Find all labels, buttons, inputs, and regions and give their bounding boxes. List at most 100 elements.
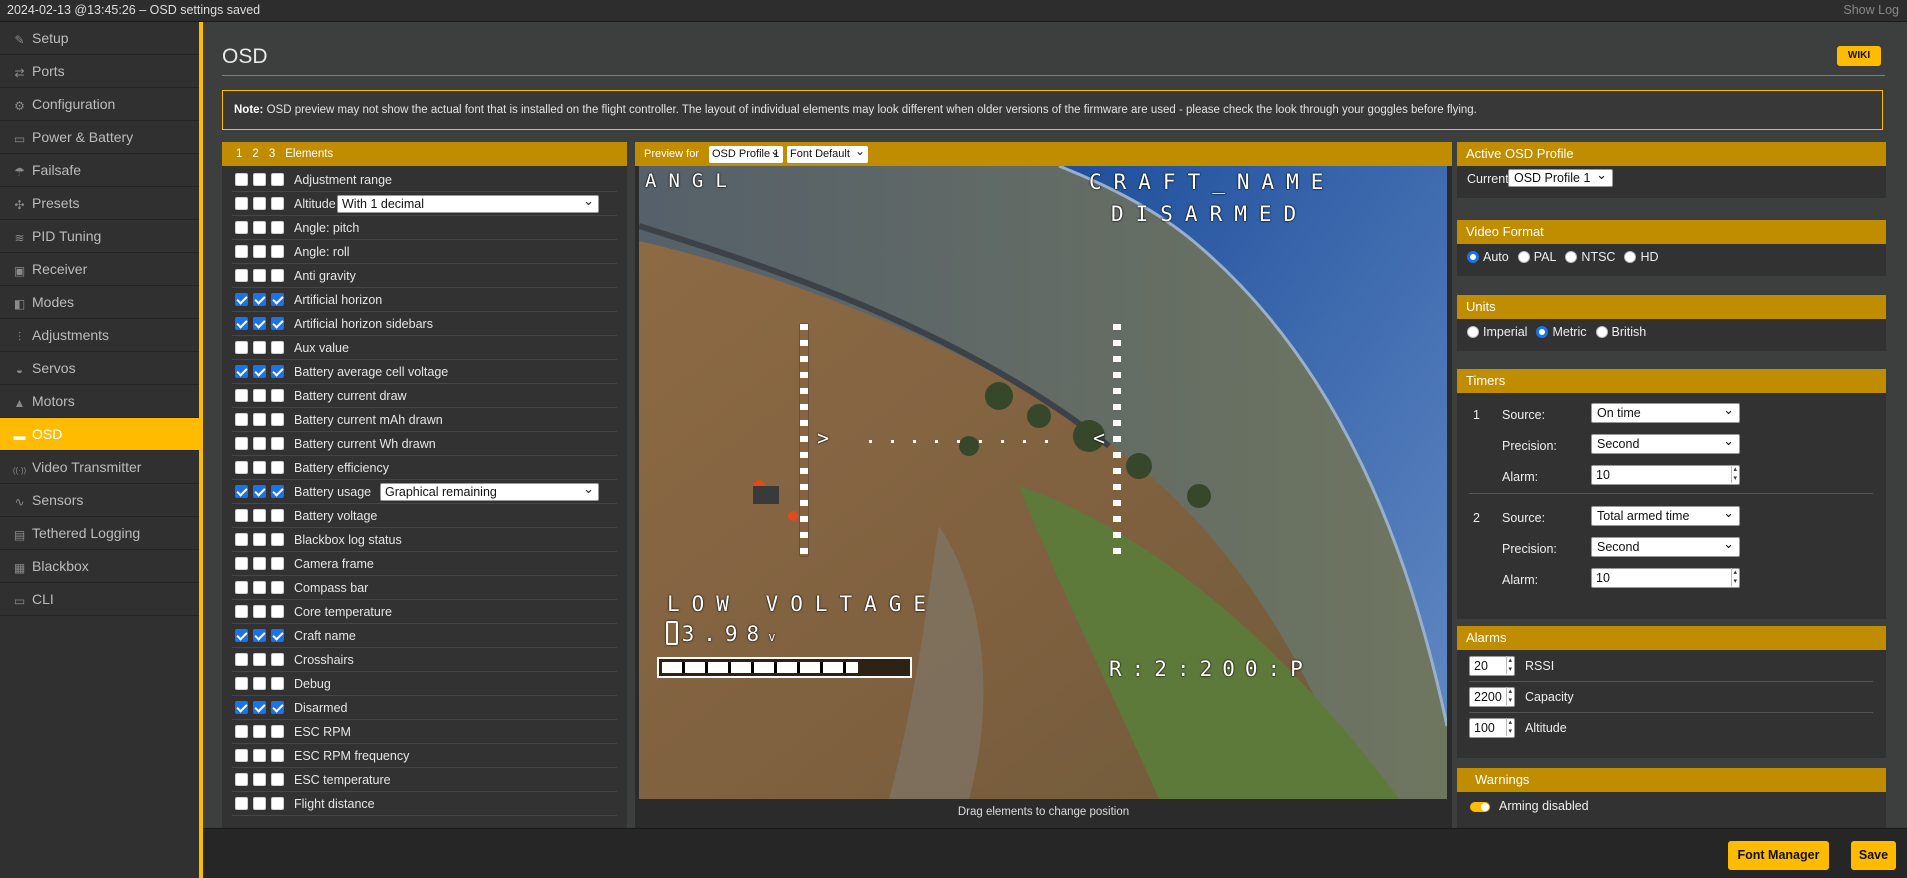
profile-2-checkbox[interactable] <box>253 701 266 714</box>
element-variant-select[interactable]: With 1 decimal <box>337 193 599 213</box>
osd-low-voltage-warning[interactable]: LOW VOLTAGE <box>667 592 938 616</box>
osd-horizon-left-arrow[interactable]: > <box>817 426 829 450</box>
video-format-option-ntsc[interactable]: NTSC <box>1565 250 1615 264</box>
profile-2-checkbox[interactable] <box>253 629 266 642</box>
profile-3-checkbox[interactable] <box>271 485 284 498</box>
profile-3-checkbox[interactable] <box>271 797 284 810</box>
sidebar-item-configuration[interactable]: ⚙ Configuration <box>0 88 199 121</box>
profile-2-checkbox[interactable] <box>253 293 266 306</box>
osd-battery-usage-bar[interactable] <box>657 657 912 678</box>
show-log-link[interactable]: Show Log <box>1843 3 1899 17</box>
osd-artificial-horizon[interactable] <box>869 440 1059 443</box>
profile-3-checkbox[interactable] <box>271 629 284 642</box>
profile-2-checkbox[interactable] <box>253 173 266 186</box>
active-profile-select[interactable]: OSD Profile 1 <box>1508 167 1613 187</box>
profile-1-checkbox[interactable] <box>235 605 248 618</box>
units-option-imperial[interactable]: Imperial <box>1467 325 1527 339</box>
profile-2-checkbox[interactable] <box>253 677 266 690</box>
profile-2-checkbox[interactable] <box>253 197 266 210</box>
radio-button[interactable] <box>1624 251 1637 263</box>
element-variant-select[interactable]: Graphical remaining <box>380 481 599 501</box>
osd-rssi-element[interactable]: R:2:200:P <box>1109 657 1313 681</box>
profile-1-checkbox[interactable] <box>235 485 248 498</box>
timer-source-select[interactable]: On time <box>1591 401 1740 423</box>
profile-1-checkbox[interactable] <box>235 269 248 282</box>
timer-precision-select[interactable]: Second <box>1591 535 1740 557</box>
alarm-altitude-input[interactable]: 100 <box>1469 718 1515 738</box>
profile-3-checkbox[interactable] <box>271 461 284 474</box>
profile-2-checkbox[interactable] <box>253 389 266 402</box>
profile-2-checkbox[interactable] <box>253 605 266 618</box>
sidebar-item-power-battery[interactable]: ▭ Power & Battery <box>0 121 199 154</box>
timer-source-select[interactable]: Total armed time <box>1591 504 1740 526</box>
radio-button[interactable] <box>1517 251 1530 263</box>
profile-2-checkbox[interactable] <box>253 413 266 426</box>
profile-2-checkbox[interactable] <box>253 341 266 354</box>
profile-2-checkbox[interactable] <box>253 461 266 474</box>
radio-button[interactable] <box>1565 251 1578 263</box>
profile-2-checkbox[interactable] <box>253 653 266 666</box>
osd-disarmed-element[interactable]: DISARMED <box>1111 202 1308 226</box>
profile-2-checkbox[interactable] <box>253 725 266 738</box>
timer-precision-select[interactable]: Second <box>1591 432 1740 454</box>
osd-craft-name-element[interactable]: CRAFT_NAME <box>1089 170 1335 194</box>
profile-1-checkbox[interactable] <box>235 389 248 402</box>
profile-2-column[interactable]: 2 <box>252 148 258 160</box>
preview-profile-select[interactable]: OSD Profile 1 <box>709 143 783 163</box>
profile-1-checkbox[interactable] <box>235 437 248 450</box>
profile-3-checkbox[interactable] <box>271 725 284 738</box>
profile-3-checkbox[interactable] <box>271 437 284 450</box>
radio-button[interactable] <box>1467 326 1479 338</box>
warning-toggle[interactable] <box>1470 802 1490 812</box>
profile-2-checkbox[interactable] <box>253 221 266 234</box>
profile-1-column[interactable]: 1 <box>236 148 242 160</box>
profile-3-checkbox[interactable] <box>271 269 284 282</box>
osd-horizon-sidebar-left[interactable] <box>800 324 808 556</box>
profile-3-checkbox[interactable] <box>271 173 284 186</box>
profile-3-checkbox[interactable] <box>271 533 284 546</box>
profile-1-checkbox[interactable] <box>235 581 248 594</box>
profile-2-checkbox[interactable] <box>253 245 266 258</box>
profile-2-checkbox[interactable] <box>253 581 266 594</box>
save-button[interactable]: Save <box>1851 841 1896 870</box>
profile-1-checkbox[interactable] <box>235 293 248 306</box>
profile-1-checkbox[interactable] <box>235 413 248 426</box>
sidebar-item-servos[interactable]: ◒ Servos <box>0 352 199 385</box>
profile-2-checkbox[interactable] <box>253 533 266 546</box>
profile-1-checkbox[interactable] <box>235 365 248 378</box>
osd-horizon-right-arrow[interactable]: < <box>1093 426 1105 450</box>
osd-angle-element[interactable]: ANGL <box>645 170 739 192</box>
font-select[interactable]: Font Default <box>787 143 868 163</box>
profile-1-checkbox[interactable] <box>235 677 248 690</box>
video-format-option-auto[interactable]: Auto <box>1467 250 1509 264</box>
sidebar-item-failsafe[interactable]: ☂ Failsafe <box>0 154 199 187</box>
profile-1-checkbox[interactable] <box>235 461 248 474</box>
profile-3-checkbox[interactable] <box>271 197 284 210</box>
sidebar-item-osd[interactable]: ▬ OSD <box>0 418 199 451</box>
profile-1-checkbox[interactable] <box>235 557 248 570</box>
profile-2-checkbox[interactable] <box>253 557 266 570</box>
profile-1-checkbox[interactable] <box>235 797 248 810</box>
profile-3-checkbox[interactable] <box>271 293 284 306</box>
osd-horizon-sidebar-right[interactable] <box>1113 324 1121 556</box>
profile-1-checkbox[interactable] <box>235 701 248 714</box>
profile-3-checkbox[interactable] <box>271 389 284 402</box>
profile-1-checkbox[interactable] <box>235 509 248 522</box>
sidebar-item-blackbox[interactable]: ▦ Blackbox <box>0 550 199 583</box>
profile-2-checkbox[interactable] <box>253 773 266 786</box>
osd-battery-voltage-element[interactable]: 3.98v <box>666 621 775 646</box>
radio-button[interactable] <box>1595 326 1608 338</box>
profile-1-checkbox[interactable] <box>235 317 248 330</box>
profile-2-checkbox[interactable] <box>253 437 266 450</box>
profile-1-checkbox[interactable] <box>235 173 248 186</box>
profile-2-checkbox[interactable] <box>253 509 266 522</box>
profile-3-checkbox[interactable] <box>271 341 284 354</box>
profile-2-checkbox[interactable] <box>253 269 266 282</box>
sidebar-item-setup[interactable]: ✎ Setup <box>0 22 199 55</box>
video-format-option-pal[interactable]: PAL <box>1517 250 1556 264</box>
units-option-british[interactable]: British <box>1595 325 1646 339</box>
profile-2-checkbox[interactable] <box>253 797 266 810</box>
profile-3-checkbox[interactable] <box>271 701 284 714</box>
sidebar-item-sensors[interactable]: ∿ Sensors <box>0 484 199 517</box>
profile-3-checkbox[interactable] <box>271 221 284 234</box>
